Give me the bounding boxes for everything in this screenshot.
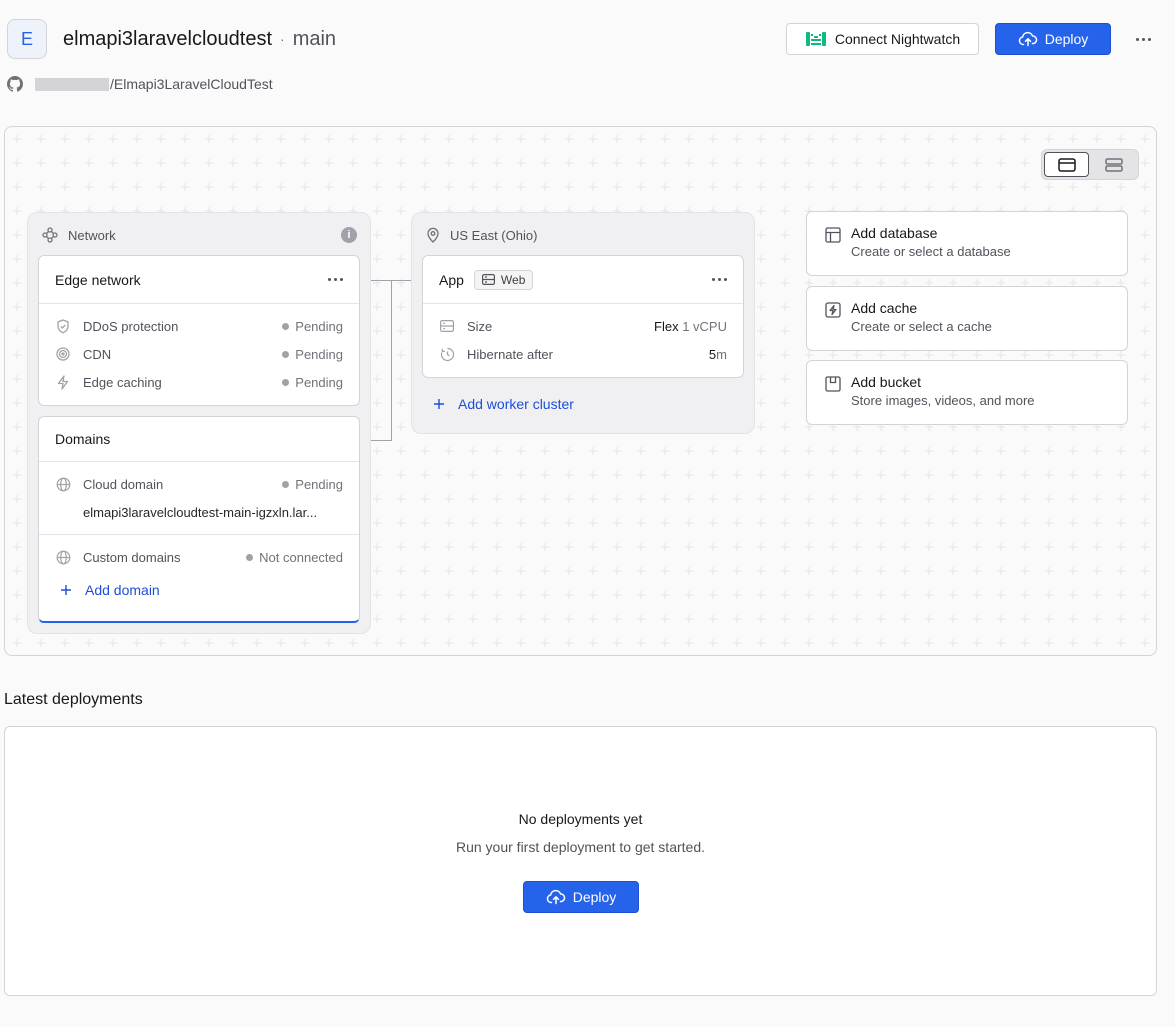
status-badge: Not connected bbox=[246, 550, 343, 565]
globe-icon bbox=[55, 549, 71, 565]
project-name: elmapi3laravelcloudtest bbox=[63, 28, 273, 50]
add-cache-title: Add cache bbox=[851, 300, 918, 316]
github-icon bbox=[7, 76, 23, 92]
add-bucket-button[interactable]: Add bucket Store images, videos, and mor… bbox=[806, 360, 1128, 425]
nightwatch-icon bbox=[805, 31, 827, 47]
plus-icon bbox=[434, 399, 444, 409]
edge-row-ddos: DDoS protection Pending bbox=[39, 312, 359, 340]
deploy-button[interactable]: Deploy bbox=[995, 23, 1111, 55]
location-pin-icon bbox=[426, 227, 440, 243]
connect-nightwatch-button[interactable]: Connect Nightwatch bbox=[786, 23, 979, 55]
app-size-row: Size Flex 1 vCPU bbox=[423, 312, 743, 340]
list-view-icon[interactable] bbox=[1091, 152, 1136, 177]
edge-row-cdn: CDN Pending bbox=[39, 340, 359, 368]
repository-link[interactable]: /Elmapi3LaravelCloudTest bbox=[7, 76, 273, 92]
shield-icon bbox=[55, 318, 71, 334]
add-database-title: Add database bbox=[851, 225, 938, 241]
network-title: Network bbox=[68, 227, 116, 243]
web-badge: Web bbox=[473, 269, 534, 290]
region-title: US East (Ohio) bbox=[450, 227, 538, 243]
view-toggle[interactable] bbox=[1041, 149, 1139, 180]
repo-path: /Elmapi3LaravelCloudTest bbox=[110, 76, 273, 92]
card-view-icon[interactable] bbox=[1044, 152, 1089, 177]
empty-state-subtitle: Run your first deployment to get started… bbox=[455, 839, 705, 855]
cloud-upload-icon bbox=[1018, 31, 1038, 47]
project-avatar: E bbox=[7, 19, 47, 59]
database-icon bbox=[825, 227, 841, 243]
cloud-domain-url[interactable]: elmapi3laravelcloudtest-main-igzxln.lar.… bbox=[39, 498, 359, 526]
app-card[interactable]: App Web Size Flex 1 vCPU Hibernate after… bbox=[422, 255, 744, 378]
size-unit: 1 vCPU bbox=[682, 318, 727, 334]
edge-network-title: Edge network bbox=[55, 271, 141, 288]
info-icon[interactable]: i bbox=[341, 227, 357, 243]
domains-card[interactable]: Domains Cloud domain Pending elmapi3lara… bbox=[38, 416, 360, 623]
status-badge: Pending bbox=[282, 375, 343, 390]
plus-icon bbox=[61, 585, 71, 595]
deploy-empty-label: Deploy bbox=[572, 889, 617, 905]
add-database-button[interactable]: Add database Create or select a database bbox=[806, 211, 1128, 276]
hibernate-unit: m bbox=[716, 346, 727, 362]
title-separator: · bbox=[280, 31, 285, 47]
custom-domains-row: Custom domains Not connected bbox=[39, 543, 359, 571]
add-worker-cluster-button[interactable]: Add worker cluster bbox=[434, 396, 574, 412]
add-bucket-subtitle: Store images, videos, and more bbox=[851, 393, 1035, 408]
bolt-icon bbox=[55, 374, 71, 390]
edge-more-icon[interactable] bbox=[328, 278, 343, 281]
globe-icon bbox=[55, 476, 71, 492]
connector-line bbox=[391, 280, 392, 440]
cloud-domain-row: Cloud domain Pending bbox=[39, 470, 359, 498]
app-title: App bbox=[439, 271, 464, 288]
server-icon bbox=[439, 318, 455, 334]
deploy-empty-button[interactable]: Deploy bbox=[523, 881, 639, 913]
page-title: elmapi3laravelcloudtest · main bbox=[63, 27, 336, 51]
nightwatch-label: Connect Nightwatch bbox=[834, 31, 961, 47]
deployments-panel: No deployments yet Run your first deploy… bbox=[4, 726, 1157, 996]
app-hibernate-row: Hibernate after 5m bbox=[423, 340, 743, 368]
latest-deployments-heading: Latest deployments bbox=[4, 691, 143, 708]
more-options-icon[interactable] bbox=[1131, 29, 1155, 49]
add-cache-subtitle: Create or select a cache bbox=[851, 319, 992, 334]
add-cache-button[interactable]: Add cache Create or select a cache bbox=[806, 286, 1128, 351]
edge-network-card[interactable]: Edge network DDoS protection Pending CDN… bbox=[38, 255, 360, 406]
app-more-icon[interactable] bbox=[712, 278, 727, 281]
avatar-letter: E bbox=[20, 28, 33, 49]
server-icon bbox=[481, 274, 495, 285]
add-bucket-title: Add bucket bbox=[851, 374, 922, 390]
status-badge: Pending bbox=[282, 347, 343, 362]
timer-icon bbox=[439, 346, 455, 362]
bucket-icon bbox=[825, 376, 841, 392]
network-icon bbox=[42, 227, 58, 243]
add-domain-button[interactable]: Add domain bbox=[39, 571, 359, 609]
edge-row-caching: Edge caching Pending bbox=[39, 368, 359, 396]
add-database-subtitle: Create or select a database bbox=[851, 244, 1011, 259]
status-badge: Pending bbox=[282, 477, 343, 492]
cache-icon bbox=[825, 302, 841, 318]
branch-name[interactable]: main bbox=[293, 27, 336, 51]
domains-title: Domains bbox=[55, 431, 111, 447]
cloud-upload-icon bbox=[546, 889, 566, 905]
cdn-icon bbox=[55, 346, 71, 362]
deploy-label: Deploy bbox=[1044, 31, 1089, 47]
status-badge: Pending bbox=[282, 319, 343, 334]
size-value: Flex bbox=[654, 318, 679, 334]
empty-state-title: No deployments yet bbox=[518, 811, 643, 827]
redacted-owner bbox=[35, 77, 109, 91]
